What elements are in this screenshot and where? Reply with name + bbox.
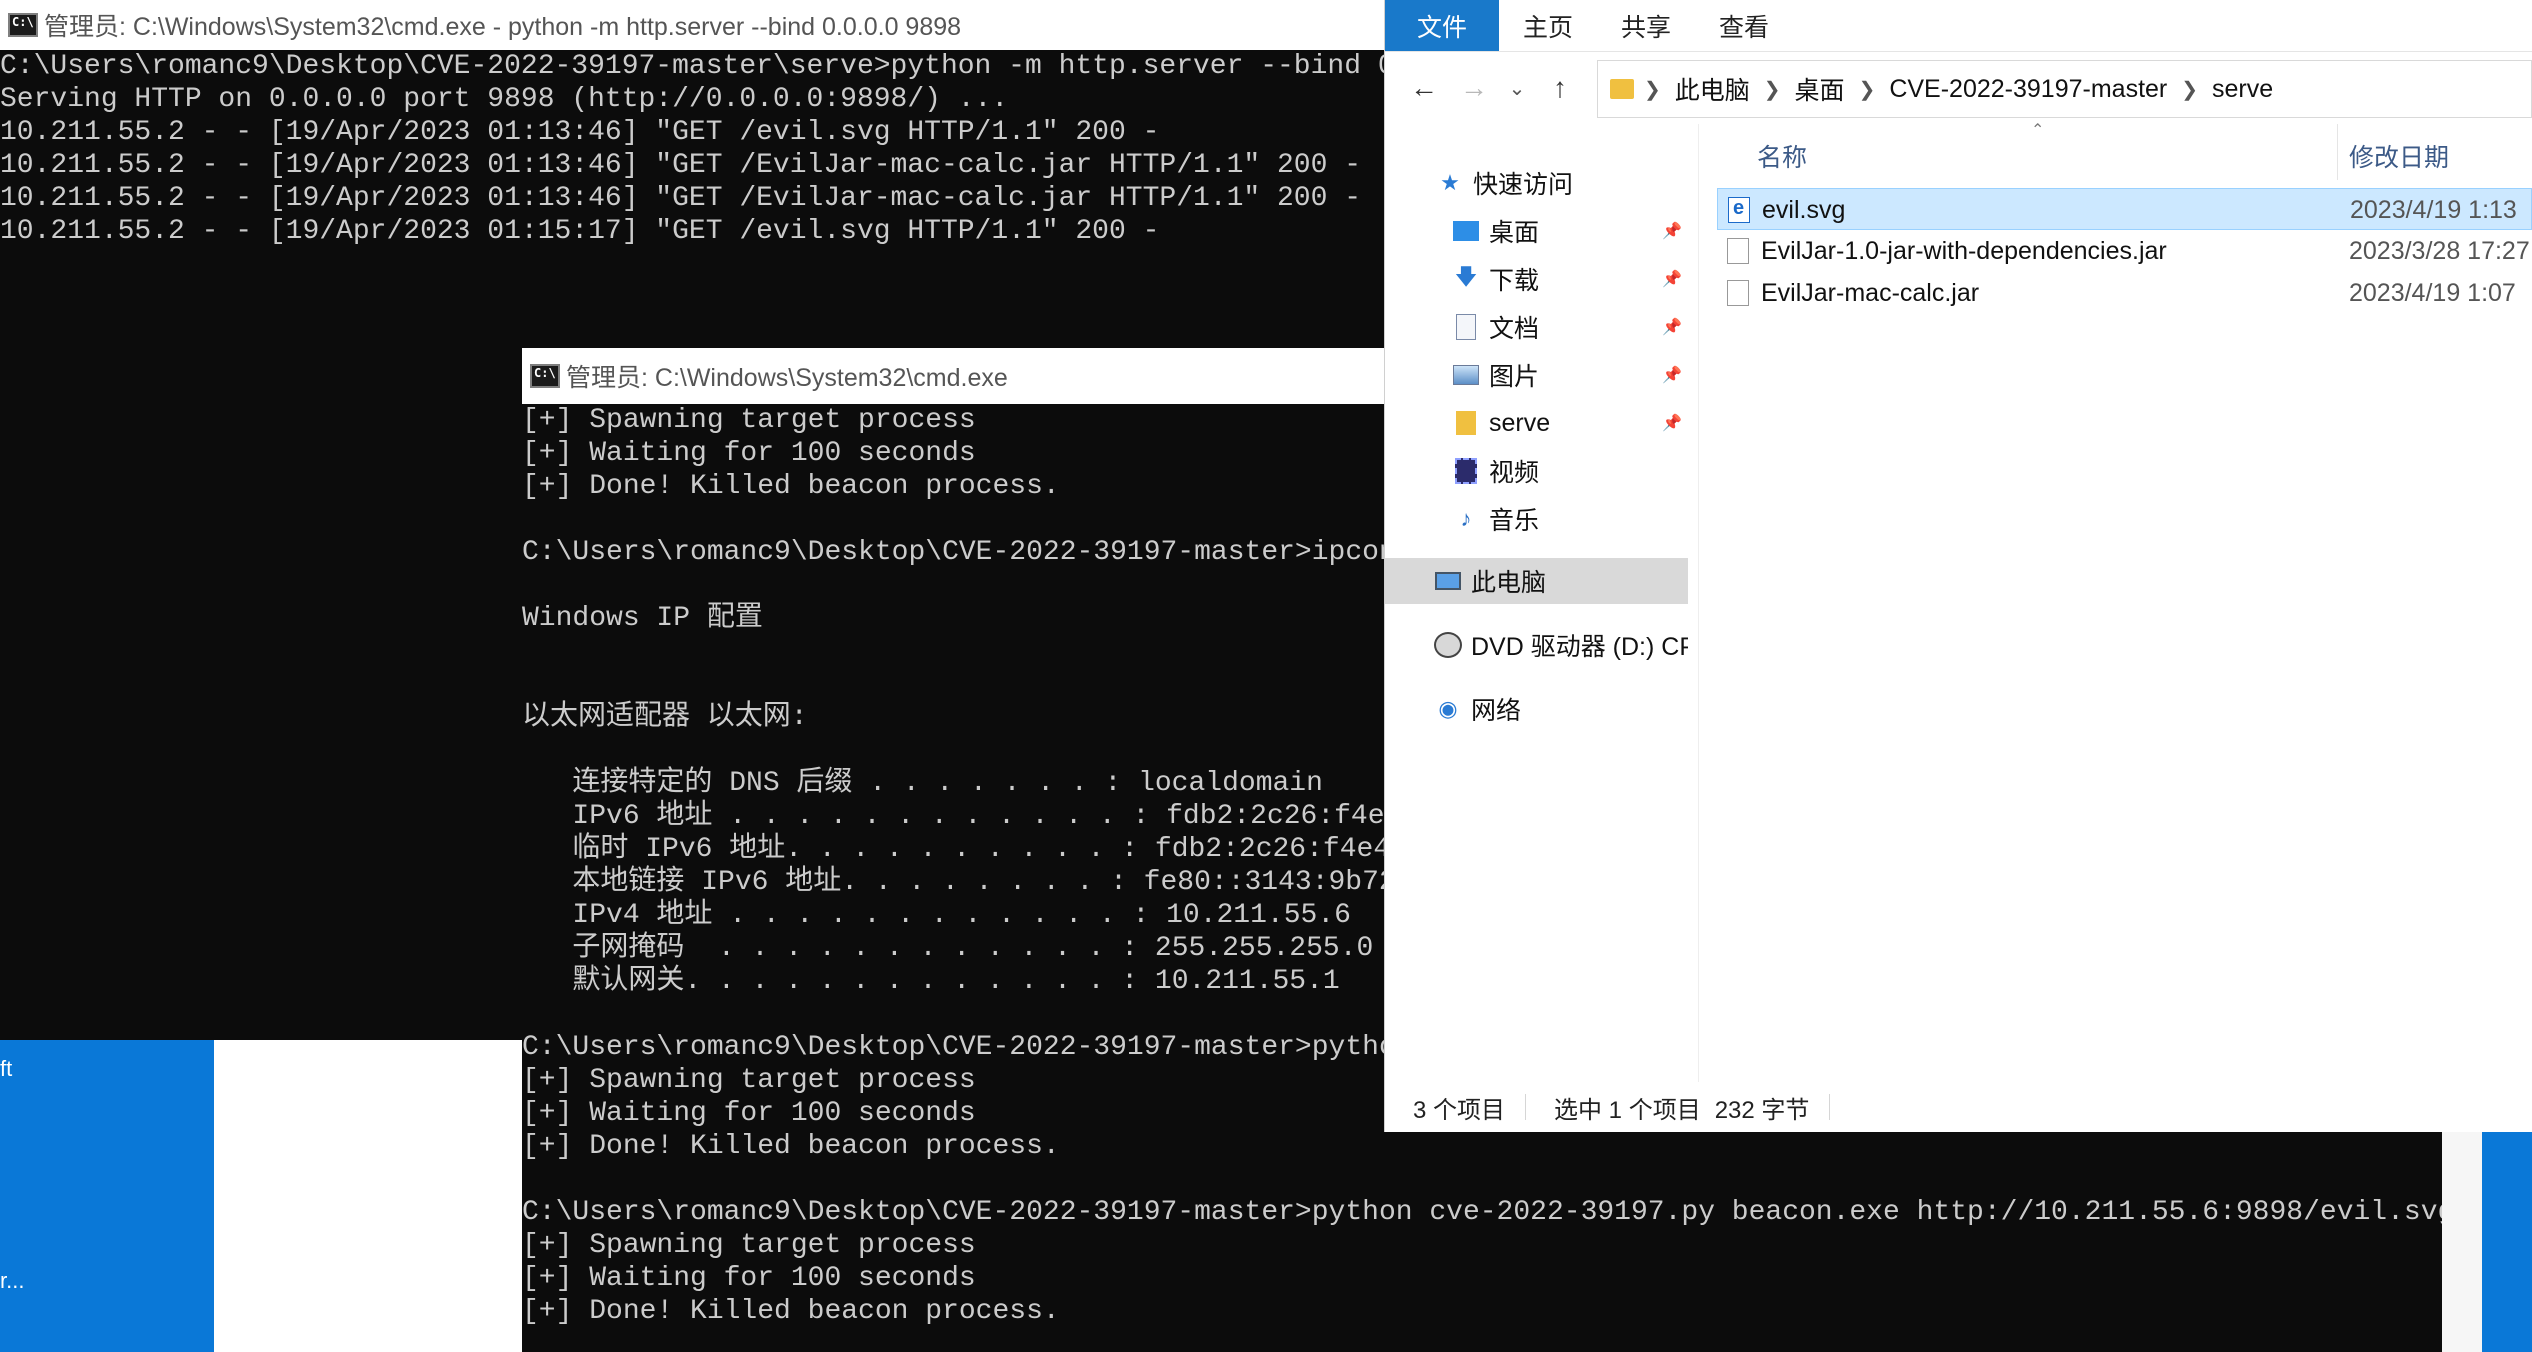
desktop-icon-label[interactable]: r... [0,1268,24,1294]
network-icon: ◉ [1438,696,1458,721]
video-icon [1451,457,1481,485]
console-title: 管理员: C:\Windows\System32\cmd.exe - pytho… [44,13,962,41]
desktop-icon [1451,217,1481,245]
file-name: EvilJar-1.0-jar-with-dependencies.jar [1761,237,2167,265]
download-icon: 🡇 [1454,264,1478,289]
column-divider[interactable] [2337,124,2338,180]
file-name: EvilJar-mac-calc.jar [1761,279,1980,307]
document-icon [1451,313,1481,341]
sort-caret-icon: ⌃ [2031,122,2045,139]
file-date: 2023/4/19 1:13 [2350,196,2517,224]
file-date: 2023/4/19 1:07 [2349,279,2516,307]
nav-dvd-drive[interactable]: DVD 驱动器 (D:) CPR [1385,622,1688,668]
cmd-icon [530,364,560,388]
file-row[interactable]: EvilJar-1.0-jar-with-dependencies.jar 20… [1717,230,2532,272]
nav-label: 快速访问 [1473,171,1574,199]
status-selected: 选中 1 个项目 [1554,1096,1701,1124]
music-note-icon: ♪ [1460,506,1472,531]
nav-label: 文档 [1489,315,1540,343]
console-output[interactable]: C:\Users\romanc9\Desktop\CVE-2022-39197-… [0,50,1390,248]
breadcrumb-item[interactable]: 此电脑 [1675,71,1750,107]
file-icon [1727,238,1749,264]
nav-label: 视频 [1489,459,1540,487]
file-date: 2023/3/28 17:27 [2349,237,2530,265]
nav-downloads[interactable]: 🡇 下载 📌 [1385,256,1688,302]
pin-icon[interactable]: 📌 [1662,269,1682,289]
tab-file[interactable]: 文件 [1385,0,1499,51]
status-bar: 3 个项目 选中 1 个项目 232 字节 [1385,1082,2532,1132]
nav-label: 图片 [1489,363,1540,391]
chevron-right-icon[interactable]: ❯ [2181,77,2198,102]
chevron-right-icon[interactable]: ❯ [1764,77,1781,102]
nav-this-pc[interactable]: 此电脑 [1385,558,1688,604]
folder-icon [1610,79,1634,99]
nav-pictures[interactable]: 图片 📌 [1385,352,1688,398]
nav-quick-access[interactable]: ★ 快速访问 [1385,160,1688,206]
navigation-bar: ← → ⌄ ↑ ❯ 此电脑 ❯ 桌面 ❯ CVE-2022-39197-mast… [1385,52,2532,124]
forward-arrow-icon[interactable]: → [1449,72,1499,104]
pin-icon[interactable]: 📌 [1662,317,1682,337]
status-item-count: 3 个项目 [1413,1096,1506,1124]
address-bar[interactable]: ❯ 此电脑 ❯ 桌面 ❯ CVE-2022-39197-master ❯ ser… [1597,60,2532,118]
folder-icon [1451,409,1481,437]
status-divider [1525,1094,1527,1120]
desktop-window-fragment [214,1040,524,1352]
column-header-date[interactable]: 修改日期 [2349,138,2449,174]
file-icon [1727,280,1749,306]
chevron-down-icon[interactable]: ⌄ [1499,76,1535,101]
nav-label: 下载 [1489,267,1540,295]
desktop-icon-label[interactable]: ft [0,1056,12,1082]
nav-label: 此电脑 [1471,569,1547,597]
computer-icon [1433,567,1463,595]
nav-desktop[interactable]: 桌面 📌 [1385,208,1688,254]
svg-file-icon [1728,197,1750,223]
back-arrow-icon[interactable]: ← [1399,72,1449,104]
nav-label: 网络 [1471,697,1522,725]
pin-icon[interactable]: 📌 [1662,413,1682,433]
nav-music[interactable]: ♪ 音乐 [1385,496,1688,542]
star-icon: ★ [1440,170,1460,195]
file-explorer-window[interactable]: 文件 主页 共享 查看 ← → ⌄ ↑ ❯ 此电脑 ❯ 桌面 ❯ CVE-202… [1384,0,2532,1132]
breadcrumb-item[interactable]: serve [2212,75,2273,104]
chevron-right-icon[interactable]: ❯ [1859,77,1876,102]
nav-network[interactable]: ◉ 网络 [1385,686,1688,732]
pin-icon[interactable]: 📌 [1662,221,1682,241]
column-header-name[interactable]: 名称 [1757,138,1807,174]
tab-share[interactable]: 共享 [1597,0,1695,51]
nav-serve[interactable]: serve 📌 [1385,400,1688,446]
nav-label: 桌面 [1489,219,1540,247]
cmd-icon [8,13,38,37]
file-row[interactable]: EvilJar-mac-calc.jar 2023/4/19 1:07 [1717,272,2532,314]
nav-label: DVD 驱动器 (D:) CPR [1471,633,1688,661]
navigation-pane: ★ 快速访问 桌面 📌 🡇 下载 📌 文档 📌 图片 📌 serve 📌 视频 … [1385,124,1699,1082]
up-arrow-icon[interactable]: ↑ [1535,72,1585,104]
breadcrumb-item[interactable]: 桌面 [1795,71,1845,107]
breadcrumb-item[interactable]: CVE-2022-39197-master [1889,75,2167,104]
nav-label: serve [1489,408,1551,437]
file-list: ⌃ 名称 修改日期 evil.svg 2023/4/19 1:13 EvilJa… [1703,122,2532,1082]
chevron-right-icon[interactable]: ❯ [1644,77,1661,102]
dvd-drive-icon [1433,631,1463,659]
nav-videos[interactable]: 视频 [1385,448,1688,494]
file-name: evil.svg [1762,196,1846,224]
picture-icon [1451,361,1481,389]
nav-documents[interactable]: 文档 📌 [1385,304,1688,350]
tab-home[interactable]: 主页 [1499,0,1597,51]
status-size: 232 字节 [1714,1096,1810,1124]
desktop-background [0,1040,214,1352]
pin-icon[interactable]: 📌 [1662,365,1682,385]
status-divider [1829,1094,1831,1120]
ribbon: 文件 主页 共享 查看 [1385,0,2532,52]
console-titlebar[interactable]: 管理员: C:\Windows\System32\cmd.exe - pytho… [0,0,1390,50]
nav-label: 音乐 [1489,507,1540,535]
console-title: 管理员: C:\Windows\System32\cmd.exe [566,364,1008,392]
column-header-row: ⌃ 名称 修改日期 [1703,122,2532,180]
tab-view[interactable]: 查看 [1695,0,1793,51]
file-row[interactable]: evil.svg 2023/4/19 1:13 [1717,188,2532,230]
desktop-window-fragment-right [2440,1130,2482,1352]
